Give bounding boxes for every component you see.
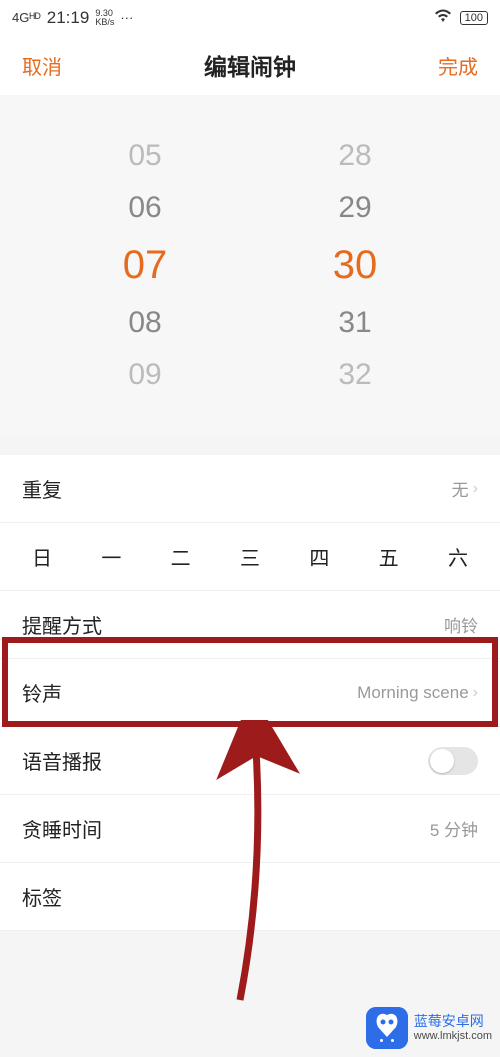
minute-option[interactable]: 29 (338, 191, 371, 225)
tag-label: 标签 (22, 882, 62, 911)
watermark-url: www.lmkjst.com (414, 1030, 492, 1042)
alert-mode-row[interactable]: 提醒方式 响铃 (0, 591, 500, 659)
minute-option[interactable]: 31 (338, 306, 371, 340)
wifi-icon (434, 9, 452, 26)
tag-row[interactable]: 标签 (0, 863, 500, 931)
minute-option[interactable]: 28 (338, 139, 371, 173)
weekday-mon[interactable]: 一 (91, 542, 131, 571)
weekday-sat[interactable]: 六 (438, 542, 478, 571)
ringtone-row[interactable]: 铃声 Morning scene › (0, 659, 500, 727)
snooze-label: 贪睡时间 (22, 814, 102, 843)
hour-picker-column[interactable]: 05 06 07 08 09 (40, 139, 250, 392)
repeat-label: 重复 (22, 474, 62, 503)
watermark-logo-icon (366, 1007, 408, 1049)
hour-option[interactable]: 06 (128, 191, 161, 225)
done-button[interactable]: 完成 (438, 51, 478, 80)
hour-option[interactable]: 09 (128, 358, 161, 392)
ringtone-label: 铃声 (22, 678, 62, 707)
hour-option[interactable]: 05 (128, 139, 161, 173)
voice-label: 语音播报 (22, 746, 102, 775)
snooze-row[interactable]: 贪睡时间 5 分钟 (0, 795, 500, 863)
status-bar: 4Gᴴᴰ 21:19 9.30 KB/s ··· 100 (0, 0, 500, 35)
weekday-sun[interactable]: 日 (22, 542, 62, 571)
snooze-value: 5 分钟 (430, 816, 478, 841)
watermark-title: 蓝莓安卓网 (414, 1014, 492, 1029)
watermark: 蓝莓安卓网 www.lmkjst.com (366, 1007, 492, 1049)
minute-option[interactable]: 32 (338, 358, 371, 392)
weekday-thu[interactable]: 四 (299, 542, 339, 571)
repeat-value: 无 › (452, 476, 478, 501)
alert-mode-value: 响铃 (444, 612, 478, 637)
minute-selected[interactable]: 30 (333, 243, 378, 288)
status-more: ··· (120, 10, 133, 25)
time-picker[interactable]: 05 06 07 08 09 28 29 30 31 32 (0, 95, 500, 435)
settings-list: 重复 无 › 日 一 二 三 四 五 六 提醒方式 响铃 铃声 Morning … (0, 455, 500, 931)
weekday-fri[interactable]: 五 (369, 542, 409, 571)
alert-mode-label: 提醒方式 (22, 610, 102, 639)
chevron-right-icon: › (473, 684, 478, 702)
cancel-button[interactable]: 取消 (22, 51, 62, 80)
hour-selected[interactable]: 07 (123, 243, 168, 288)
battery-icon: 100 (460, 11, 488, 25)
network-indicator: 4Gᴴᴰ (12, 10, 41, 25)
voice-toggle[interactable] (428, 747, 478, 775)
status-speed: 9.30 KB/s (95, 9, 114, 27)
ringtone-value: Morning scene › (357, 683, 478, 703)
repeat-row[interactable]: 重复 无 › (0, 455, 500, 523)
weekday-selector: 日 一 二 三 四 五 六 (0, 523, 500, 591)
nav-bar: 取消 编辑闹钟 完成 (0, 35, 500, 95)
watermark-text: 蓝莓安卓网 www.lmkjst.com (414, 1014, 492, 1041)
voice-row: 语音播报 (0, 727, 500, 795)
page-title: 编辑闹钟 (204, 48, 296, 82)
weekday-wed[interactable]: 三 (230, 542, 270, 571)
minute-picker-column[interactable]: 28 29 30 31 32 (250, 139, 460, 392)
status-right: 100 (434, 9, 488, 26)
hour-option[interactable]: 08 (128, 306, 161, 340)
status-time: 21:19 (47, 8, 90, 28)
status-left: 4Gᴴᴰ 21:19 9.30 KB/s ··· (12, 8, 133, 28)
weekday-tue[interactable]: 二 (161, 542, 201, 571)
chevron-right-icon: › (473, 480, 478, 498)
